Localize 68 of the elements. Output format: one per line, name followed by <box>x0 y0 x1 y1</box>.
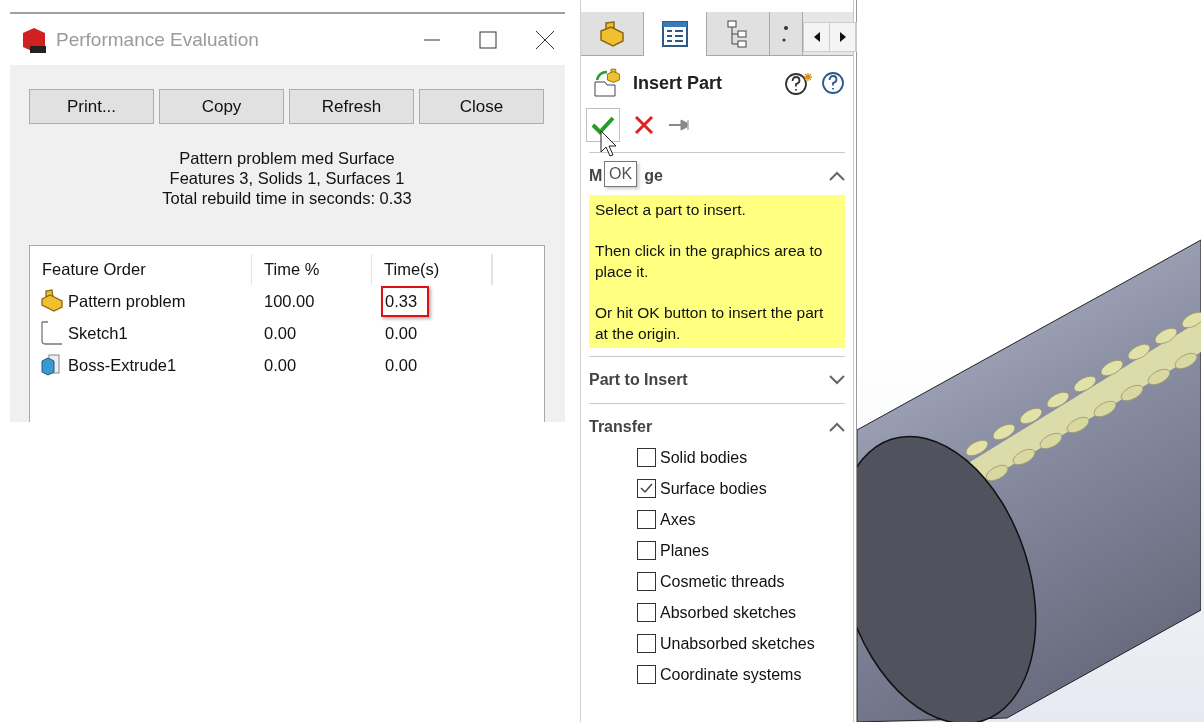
close-icon <box>634 115 654 135</box>
sketch-icon <box>40 321 64 345</box>
checkbox[interactable] <box>637 665 656 684</box>
summary-line: Total rebuild time in seconds: 0.33 <box>162 189 412 208</box>
dialog-button[interactable]: Copy <box>159 89 284 124</box>
checkbox-label: Cosmetic threads <box>660 572 785 591</box>
checkbox[interactable] <box>637 479 656 498</box>
checkbox[interactable] <box>637 572 656 591</box>
pin-button[interactable] <box>668 118 692 132</box>
part-feature-icon <box>40 289 64 313</box>
table-cell-text: 0.00 <box>263 354 298 376</box>
message-text: Then click in the graphics area to place it. <box>595 241 824 282</box>
panel-title: Insert Part <box>633 72 724 94</box>
section-title: ge <box>644 167 663 185</box>
cancel-button[interactable] <box>634 115 654 135</box>
scroll-left-icon[interactable] <box>812 32 821 42</box>
checkbox[interactable] <box>637 510 656 529</box>
checkbox-label: Surface bodies <box>660 479 767 498</box>
chevron-down-icon[interactable] <box>829 375 845 385</box>
checkbox[interactable] <box>637 603 656 622</box>
part-icon <box>597 20 627 47</box>
checkbox-label: Absorbed sketches <box>660 603 797 622</box>
checkbox-label: Coordinate systems <box>660 665 802 684</box>
column-header[interactable]: Feature Order <box>30 254 252 285</box>
checkbox[interactable] <box>637 634 656 653</box>
panel-tab[interactable] <box>707 12 770 55</box>
summary-line: Features 3, Solids 1, Surfaces 1 <box>169 169 405 188</box>
section-title: M <box>589 167 603 185</box>
table-cell-text: 100.00 <box>263 290 316 312</box>
pin-icon <box>668 118 692 132</box>
table-cell-text: 0.00 <box>384 354 419 376</box>
feature-name: Sketch1 <box>68 323 128 343</box>
scroll-right-icon[interactable] <box>838 32 847 42</box>
property-list-icon <box>661 20 689 48</box>
dialog-button[interactable]: Refresh <box>289 89 414 124</box>
checkbox-label: Solid bodies <box>660 448 748 467</box>
app-logo-icon <box>20 25 48 54</box>
checkbox-label: Planes <box>660 541 709 560</box>
feature-name: Boss-Extrude1 <box>68 355 177 375</box>
checkbox-label: Axes <box>660 510 696 529</box>
panel-tab[interactable] <box>581 12 644 55</box>
ok-button[interactable] <box>586 108 620 142</box>
column-header[interactable]: Time(s) <box>372 254 492 285</box>
checkbox[interactable] <box>637 541 656 560</box>
checkbox-label: Unabsorbed sketches <box>660 634 815 653</box>
message-text: Select a part to insert. <box>595 200 747 220</box>
table-cell-text: 0.00 <box>263 322 298 344</box>
dot-icon <box>782 23 790 44</box>
dialog-button[interactable]: Print... <box>29 89 154 124</box>
tooltip: OK <box>604 161 638 187</box>
whats-new-help-icon[interactable] <box>785 71 813 95</box>
highlighted-time-cell: 0.33 <box>381 285 430 317</box>
message-text: Or hit OK button to insert the part at the origin. <box>595 303 825 344</box>
table-cell-text: 0.00 <box>384 322 419 344</box>
section-title: Part to Insert <box>589 371 688 389</box>
chevron-up-icon[interactable] <box>829 171 845 181</box>
checkmark-icon <box>591 115 615 135</box>
dialog-button[interactable]: Close <box>419 89 544 124</box>
window-title: Performance Evaluation <box>56 28 260 51</box>
help-icon[interactable] <box>821 71 845 95</box>
summary-line: Pattern problem med Surface <box>179 149 395 168</box>
section-title: Transfer <box>589 418 653 436</box>
close-icon[interactable] <box>535 29 555 50</box>
checkbox[interactable] <box>637 448 656 467</box>
feature-name: Pattern problem <box>68 291 186 311</box>
column-header[interactable]: Time % <box>252 254 372 285</box>
chevron-up-icon[interactable] <box>829 422 845 432</box>
maximize-icon[interactable] <box>479 30 497 49</box>
